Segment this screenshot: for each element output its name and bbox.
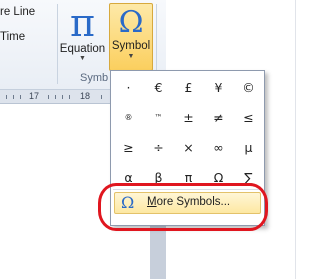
ruler-tick bbox=[20, 95, 21, 99]
ribbon-command-line[interactable]: re Line bbox=[0, 6, 35, 18]
more-symbols-button[interactable]: Ω More Symbols... bbox=[114, 192, 261, 214]
ruler-tick bbox=[6, 95, 7, 99]
omega-icon: Ω bbox=[118, 5, 144, 40]
symbol-middle-dot[interactable]: · bbox=[115, 74, 142, 101]
pi-icon: π bbox=[70, 1, 95, 45]
symbol-greater-equal[interactable]: ≥ bbox=[115, 134, 142, 161]
chevron-down-icon: ▼ bbox=[127, 53, 135, 60]
more-symbols-label: More Symbols... bbox=[147, 196, 230, 208]
symbol-omega[interactable]: Ω bbox=[205, 164, 232, 191]
symbol-plus-minus[interactable]: ± bbox=[175, 104, 202, 131]
ruler-number: 18 bbox=[80, 91, 91, 101]
ruler-tick bbox=[13, 95, 14, 99]
symbol-summation[interactable]: ∑ bbox=[235, 164, 262, 191]
symbol-less-equal[interactable]: ≤ bbox=[235, 104, 262, 131]
symbol-not-equal[interactable]: ≠ bbox=[205, 104, 232, 131]
symbol-dropdown-menu: · € £ ¥ © ® ™ ± ≠ ≤ ≥ ÷ × ∞ µ α β π Ω ∑ … bbox=[110, 70, 265, 226]
symbol-beta[interactable]: β bbox=[145, 164, 172, 191]
ruler-tick bbox=[101, 95, 102, 99]
more-symbols-text: ore Symbols... bbox=[156, 196, 231, 208]
symbol-button[interactable]: Ω Symbol ▼ bbox=[109, 3, 153, 71]
symbol-copyright[interactable]: © bbox=[235, 74, 262, 101]
symbol-alpha[interactable]: α bbox=[115, 164, 142, 191]
symbol-grid: · € £ ¥ © ® ™ ± ≠ ≤ ≥ ÷ × ∞ µ α β π Ω ∑ bbox=[115, 74, 262, 191]
symbol-micro[interactable]: µ bbox=[235, 134, 262, 161]
symbol-label: Symbol bbox=[111, 40, 151, 52]
ruler-tick bbox=[62, 95, 63, 99]
symbol-infinity[interactable]: ∞ bbox=[205, 134, 232, 161]
equation-label: Equation bbox=[59, 43, 106, 55]
menu-divider bbox=[113, 189, 262, 190]
symbol-divide[interactable]: ÷ bbox=[145, 134, 172, 161]
omega-icon: Ω bbox=[121, 193, 135, 212]
ruler-tick bbox=[69, 95, 70, 99]
ruler-tick bbox=[48, 95, 49, 99]
symbol-trademark[interactable]: ™ bbox=[145, 104, 172, 131]
chevron-down-icon[interactable]: ▼ bbox=[57, 55, 108, 63]
symbol-yen[interactable]: ¥ bbox=[205, 74, 232, 101]
symbol-pi[interactable]: π bbox=[175, 164, 202, 191]
more-symbols-accelerator: M bbox=[147, 196, 157, 208]
page-margin-line bbox=[295, 0, 296, 279]
symbol-euro[interactable]: € bbox=[145, 74, 172, 101]
symbol-multiply[interactable]: × bbox=[175, 134, 202, 161]
ribbon-command-time[interactable]: Time bbox=[0, 31, 25, 43]
ruler-number: 17 bbox=[29, 91, 40, 101]
symbol-pound[interactable]: £ bbox=[175, 74, 202, 101]
symbol-registered[interactable]: ® bbox=[115, 104, 142, 131]
ruler-tick bbox=[55, 95, 56, 99]
equation-button[interactable]: π Equation ▼ bbox=[57, 4, 108, 70]
